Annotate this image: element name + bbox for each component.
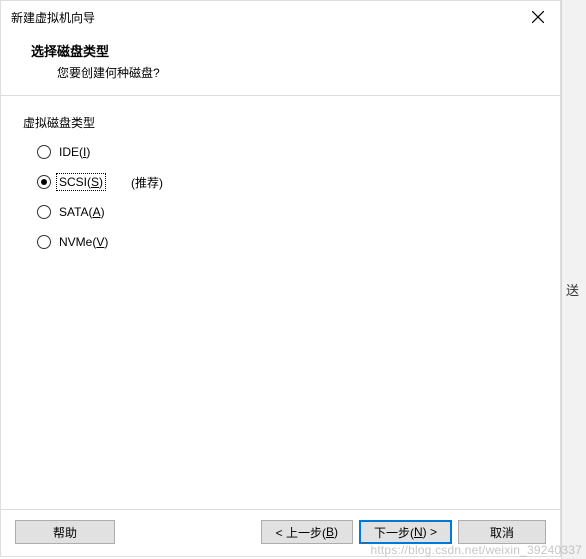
radio-label: NVMe(V) (57, 234, 110, 250)
cancel-button[interactable]: 取消 (458, 520, 546, 544)
radio-option-sata[interactable]: SATA(A) (37, 201, 538, 223)
titlebar: 新建虚拟机向导 (1, 1, 560, 33)
recommended-suffix: (推荐) (131, 174, 163, 191)
wizard-dialog: 新建虚拟机向导 选择磁盘类型 您要创建何种磁盘? 虚拟磁盘类型 IDE(I) S… (0, 0, 561, 557)
radio-label: SCSI(S) (57, 174, 105, 190)
page-subtitle: 您要创建何种磁盘? (57, 64, 540, 81)
back-button[interactable]: < 上一步(B) (261, 520, 353, 544)
radio-option-scsi[interactable]: SCSI(S) (推荐) (37, 171, 538, 193)
window-title: 新建虚拟机向导 (11, 9, 95, 26)
radio-icon (37, 235, 51, 249)
next-button[interactable]: 下一步(N) > (359, 520, 452, 544)
page-title: 选择磁盘类型 (31, 41, 540, 60)
wizard-header: 选择磁盘类型 您要创建何种磁盘? (1, 33, 560, 95)
radio-option-nvme[interactable]: NVMe(V) (37, 231, 538, 253)
radio-icon (37, 175, 51, 189)
content-area: 虚拟磁盘类型 IDE(I) SCSI(S) (推荐) SATA(A) NVMe(… (1, 95, 560, 509)
radio-label: IDE(I) (57, 144, 92, 160)
background-glyph: 送 (566, 280, 579, 299)
footer: 帮助 < 上一步(B) 下一步(N) > 取消 (1, 509, 560, 556)
radio-icon (37, 205, 51, 219)
radio-label: SATA(A) (57, 204, 107, 220)
close-icon (532, 11, 544, 23)
group-label: 虚拟磁盘类型 (23, 114, 538, 131)
close-button[interactable] (515, 2, 560, 32)
radio-option-ide[interactable]: IDE(I) (37, 141, 538, 163)
radio-icon (37, 145, 51, 159)
help-button[interactable]: 帮助 (15, 520, 115, 544)
